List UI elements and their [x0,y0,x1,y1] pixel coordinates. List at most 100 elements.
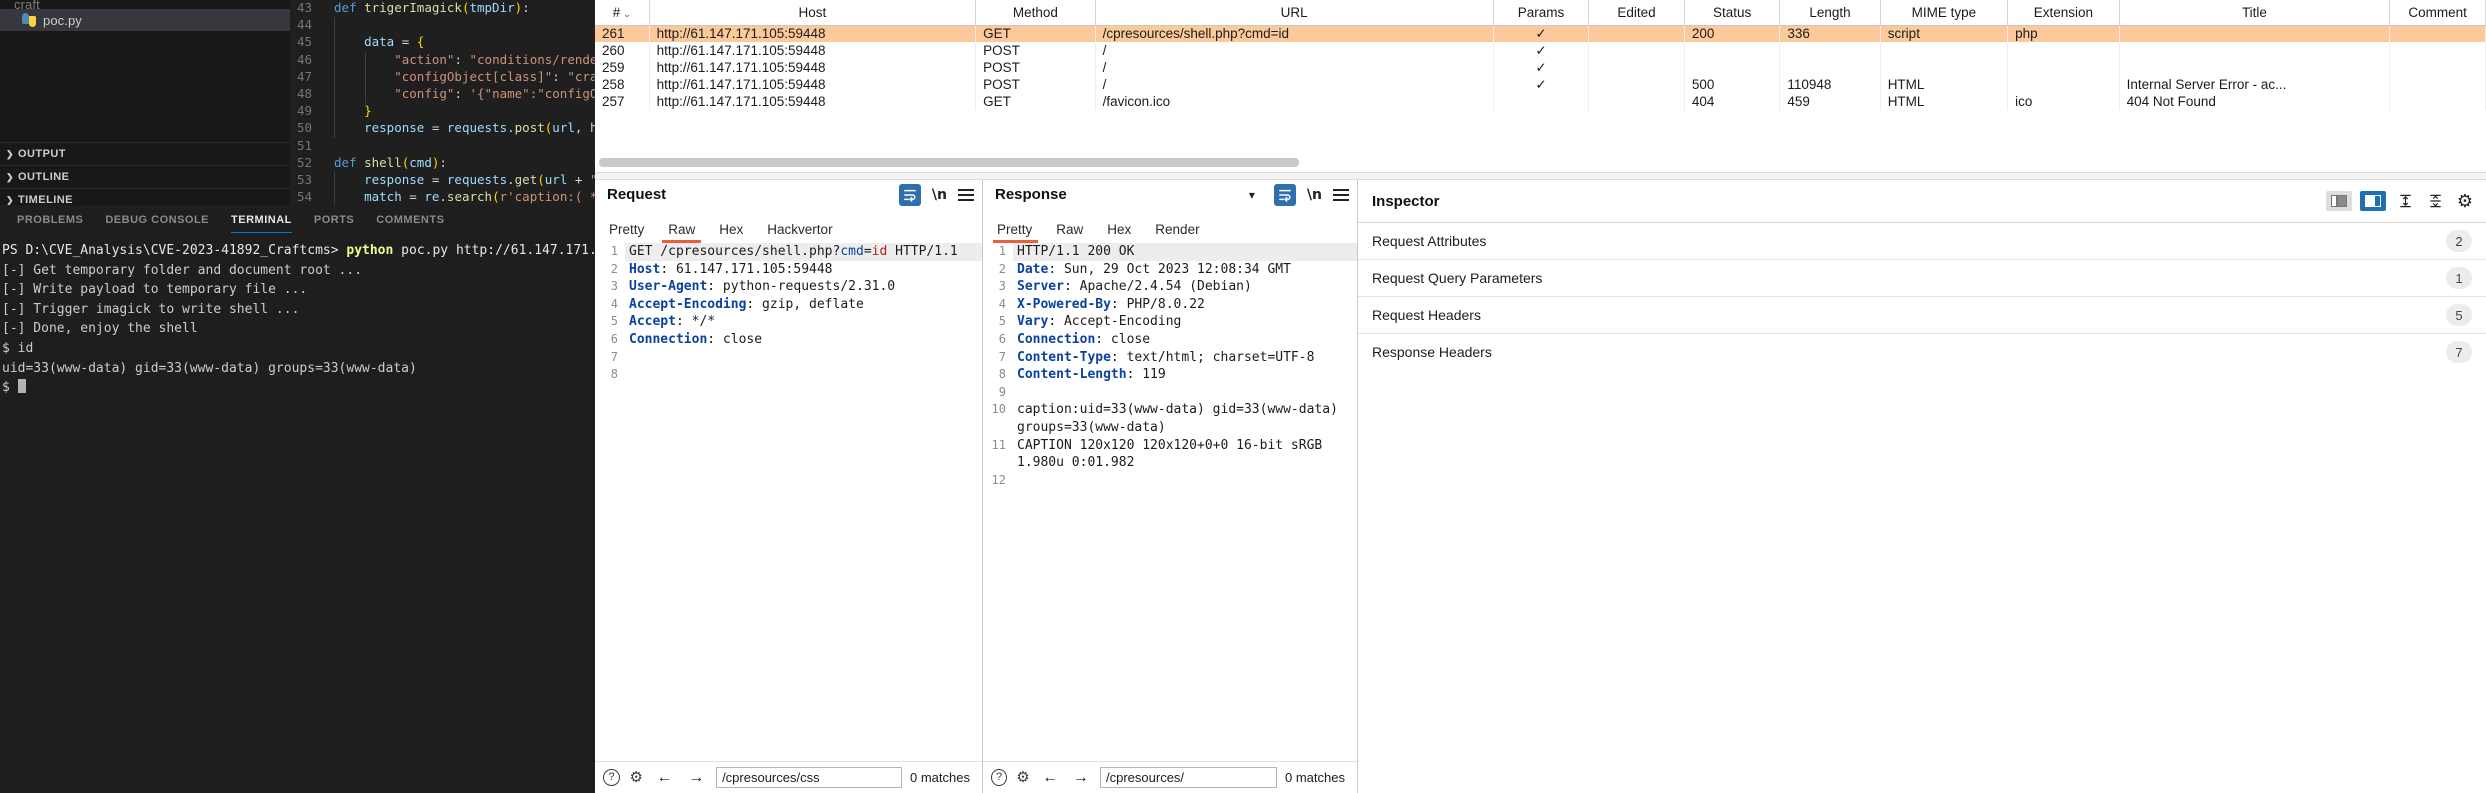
wrap-lines-icon[interactable] [1273,184,1296,206]
response-search-input[interactable] [1100,767,1278,788]
section-output[interactable]: ❯ OUTPUT [0,142,290,165]
explorer-item-craft[interactable]: craft [0,0,290,9]
column-header-host[interactable]: Host [649,0,977,26]
column-header-method[interactable]: Method [975,0,1096,26]
find-previous-button[interactable]: ← [653,767,677,789]
chevron-down-icon[interactable]: ▾ [1241,184,1263,206]
collapse-vertical-icon[interactable] [2424,190,2446,212]
inspector-tools: ⚙ [2326,190,2476,212]
response-body[interactable]: 1 HTTP/1.1 200 OK 2 Date: Sun, 29 Oct 2023 … [983,243,1357,761]
response-tab-render[interactable]: Render [1143,221,1211,243]
panel-tab-problems[interactable]: PROBLEMS [6,205,94,235]
newline-icon[interactable]: \n [932,187,947,203]
indent-guide [334,17,335,35]
inspector-section-request-headers[interactable]: Request Headers 5 [1358,296,2486,333]
inspector-sections: Request Attributes 2 Request Query Paramet… [1358,222,2486,370]
explorer-item-pocpy[interactable]: poc.py [0,9,290,31]
code-token: trigerImagick [364,0,462,15]
table-row[interactable]: 260 http://61.147.171.105:59448 POST / ✓ [595,42,2486,59]
request-header-icons: \n [898,184,974,206]
find-next-button[interactable]: → [1070,767,1093,789]
table-row[interactable]: 259 http://61.147.171.105:59448 POST / ✓ [595,59,2486,76]
layout-split-icon[interactable] [2360,191,2386,211]
indent-guide [334,171,335,190]
cell-params: ✓ [1493,76,1590,93]
settings-gear-icon[interactable]: ⚙ [2454,190,2476,212]
code-line: 52 def shell(cmd): [290,155,595,172]
line-text [1013,384,1357,402]
scrollbar-thumb[interactable] [599,158,1299,167]
code-token: . [507,120,515,136]
text-segment: : python-requests/2.31.0 [707,279,896,295]
column-header-url[interactable]: URL [1095,0,1494,26]
cell-mime: HTML [1880,93,2009,110]
table-row[interactable]: 261 http://61.147.171.105:59448 GET/cpreso… [595,25,2486,42]
request-tabbar: Pretty Raw Hex Hackvertor [595,216,982,243]
inspector-section-request-attributes[interactable]: Request Attributes 2 [1358,222,2486,259]
request-tab-raw[interactable]: Raw [656,221,707,243]
text-segment: GET /cpresources/shell.php? [629,244,841,259]
response-tab-hex[interactable]: Hex [1095,221,1143,243]
code-editor[interactable]: 43 def trigerImagick(tmpDir): 44 45 data = … [290,0,595,205]
message-line: 2 Host: 61.147.171.105:59448 [595,261,982,279]
column-header-status[interactable]: Status [1684,0,1781,26]
menu-icon[interactable] [1333,189,1349,201]
request-tab-hackvertor[interactable]: Hackvertor [755,221,844,243]
horizontal-splitter[interactable] [595,172,2486,180]
cell-ext [2007,42,2120,59]
text-segment: : Accept-Encoding [1048,314,1182,330]
message-line: 6 Connection: close [983,331,1357,349]
expand-vertical-icon[interactable] [2394,190,2416,212]
line-number: 8 [998,367,1006,382]
newline-icon[interactable]: \n [1307,187,1322,203]
indent-guide [334,68,335,86]
inspector-section-response-headers[interactable]: Response Headers 7 [1358,333,2486,370]
column-header-mime-type[interactable]: MIME type [1880,0,2009,26]
column-header-title[interactable]: Title [2119,0,2391,26]
code-token: : [439,154,447,170]
cell-num: 257 [595,93,650,110]
section-outline[interactable]: ❯ OUTLINE [0,165,290,188]
column-header-length[interactable]: Length [1779,0,1881,26]
request-body[interactable]: 1 GET /cpresources/shell.php?cmd=id HTTP/… [595,243,982,761]
terminal-output[interactable]: PS D:\CVE_Analysis\CVE-2023-41892_Craftc… [0,235,595,398]
panel-tab-comments[interactable]: COMMENTS [365,205,455,235]
find-next-button[interactable]: → [684,767,708,789]
code-token: "craft\ [567,68,595,84]
panel-tab-debug-console[interactable]: DEBUG CONSOLE [94,205,220,235]
panel-tab-ports[interactable]: PORTS [303,205,365,235]
indent-guide [334,51,335,69]
response-tab-raw[interactable]: Raw [1044,221,1095,243]
table-row[interactable]: 258 http://61.147.171.105:59448 POST / ✓ 500 1… [595,76,2486,93]
column-header-comment[interactable]: Comment [2389,0,2486,26]
code-token: tmpDir [469,0,515,15]
terminal-line: $ id [0,339,595,359]
request-tab-pretty[interactable]: Pretty [609,221,656,243]
column-header-extension[interactable]: Extension [2007,0,2120,26]
layout-side-icon[interactable] [2326,191,2352,211]
help-icon[interactable]: ? [991,769,1008,786]
message-line: groups=33(www-data) [983,419,1357,437]
panel-tab-terminal[interactable]: TERMINAL [220,205,303,235]
wrap-lines-icon[interactable] [898,184,921,206]
request-tab-hex[interactable]: Hex [707,221,755,243]
code-token: ( [537,171,545,187]
column-header-[interactable]: # ⌄ [595,0,650,26]
code-token: response [364,120,425,136]
settings-gear-icon[interactable]: ⚙ [1015,769,1031,786]
find-previous-button[interactable]: ← [1039,767,1062,789]
inspector-section-request-query-parameters[interactable]: Request Query Parameters 1 [1358,259,2486,296]
column-header-params[interactable]: Params [1493,0,1590,26]
line-text: HTTP/1.1 200 OK [1013,243,1357,261]
menu-icon[interactable] [958,189,974,201]
help-icon[interactable]: ? [603,769,620,786]
table-row[interactable]: 257 http://61.147.171.105:59448 GET/favico… [595,93,2486,110]
response-tab-pretty[interactable]: Pretty [992,221,1044,243]
request-search-input[interactable] [716,767,903,788]
line-number: 54 [296,189,312,205]
settings-gear-icon[interactable]: ⚙ [628,769,645,786]
request-findbar: ? ⚙ ← → 0 matches [595,761,982,793]
history-horizontal-scrollbar[interactable] [595,158,2486,167]
column-header-edited[interactable]: Edited [1588,0,1685,26]
